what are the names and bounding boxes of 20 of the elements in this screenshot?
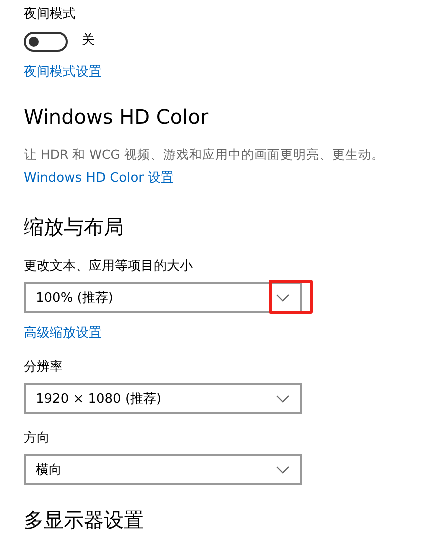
dropdown[interactable]: 1920 × 1080 (推荐) <box>24 383 302 414</box>
highlight-frame <box>269 280 313 314</box>
settings-link[interactable]: 高级缩放设置 <box>24 325 102 343</box>
field-label: 更改文本、应用等项目的大小 <box>24 258 193 276</box>
toggle-state: 关 <box>82 32 95 50</box>
dropdown[interactable]: 横向 <box>24 454 302 485</box>
chevron-down-icon <box>276 294 290 302</box>
field-label: 分辨率 <box>24 359 63 377</box>
section-label: 夜间模式 <box>24 6 76 24</box>
field-label: 方向 <box>24 430 50 448</box>
chevron-down-icon <box>276 394 290 402</box>
section-heading: Windows HD Color <box>24 104 209 130</box>
section-heading: 多显示器设置 <box>24 507 144 533</box>
chevron-down-icon <box>276 466 290 474</box>
settings-link[interactable]: 夜间模式设置 <box>24 64 102 82</box>
settings-link[interactable]: Windows HD Color 设置 <box>24 170 174 188</box>
dropdown[interactable]: 100% (推荐) <box>24 282 302 313</box>
toggle-switch[interactable] <box>24 32 68 52</box>
section-heading: 缩放与布局 <box>24 214 124 240</box>
description-text: 让 HDR 和 WCG 视频、游戏和应用中的画面更明亮、更生动。 <box>24 146 384 164</box>
